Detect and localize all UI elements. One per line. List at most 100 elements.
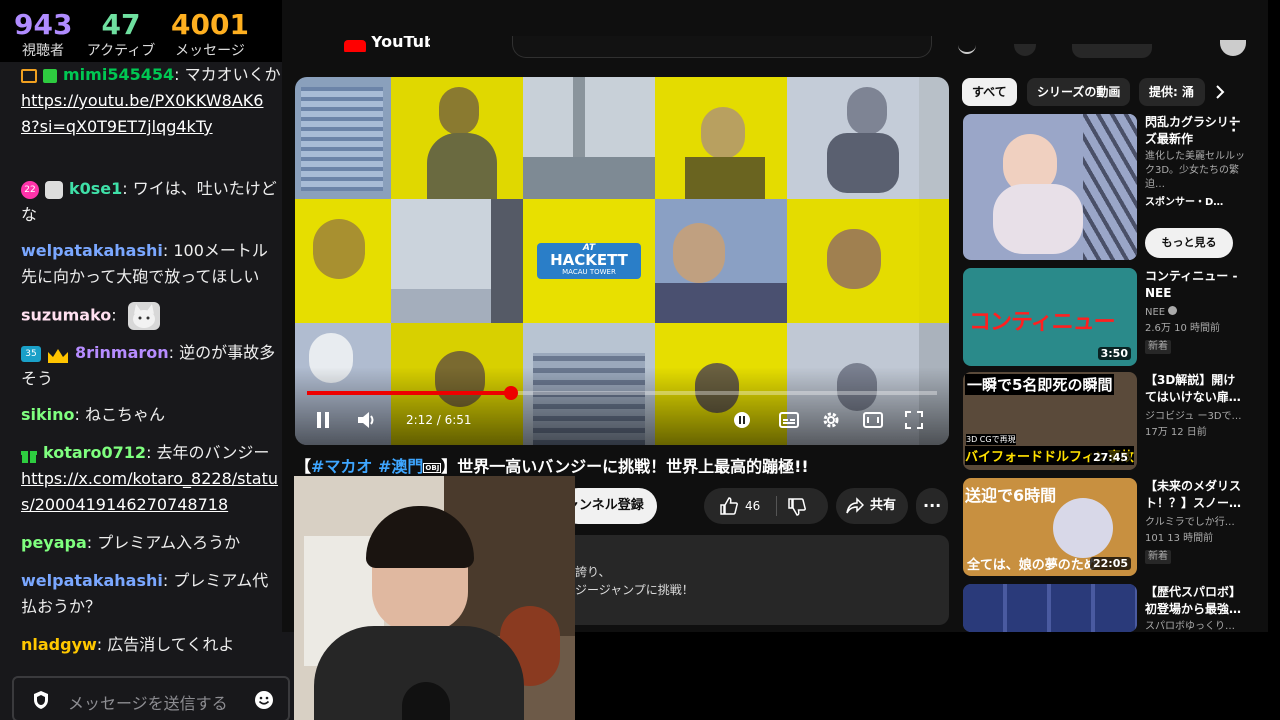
- chat-username[interactable]: mimi545454: [63, 65, 174, 84]
- chevron-right-icon[interactable]: [1214, 84, 1226, 100]
- chat-message: welpatakahashi: 100メートル先に向かって大砲で放ってほしい: [21, 241, 268, 286]
- viewer-label: 視聴者: [22, 43, 64, 59]
- obj-glyph: OBJ: [423, 462, 442, 473]
- chip-provider[interactable]: 提供: 涌: [1139, 78, 1205, 106]
- chat-message: kotaro0712: 去年のバンジー https://x.com/kotaro…: [21, 443, 278, 514]
- dislike-icon[interactable]: [788, 498, 806, 516]
- level-badge-icon: 22: [21, 180, 39, 199]
- thumbnail-label: 3D CGで再現: [966, 434, 1016, 445]
- youtube-logo-text: YouTube: [371, 36, 430, 51]
- avatar[interactable]: [1220, 40, 1246, 56]
- level-badge-icon: 35: [21, 345, 41, 362]
- video-frame-tile: [787, 199, 919, 323]
- video-meta: 2.6万 10 時間前: [1145, 323, 1220, 334]
- shield-icon[interactable]: [32, 690, 50, 710]
- recommended-title[interactable]: 【歴代スパロボ】初登場から最強…: [1145, 584, 1245, 618]
- message-label: メッセージ: [175, 43, 245, 59]
- chip-all[interactable]: すべて: [962, 78, 1017, 106]
- recommended-video[interactable]: 送迎で6時間 全ては、娘の夢のため 22:05 【未来のメダリスト！？】スノー……: [963, 478, 1243, 576]
- chat-link[interactable]: https://x.com/kotaro_8228/status/2000419…: [21, 469, 278, 514]
- chat-username[interactable]: suzumako: [21, 306, 111, 325]
- recommended-video[interactable]: コンティニュー 3:50 コンティニュー - NEE NEE 2.6万 10 時…: [963, 268, 1243, 366]
- search-icon[interactable]: [958, 44, 976, 54]
- video-duration: 22:05: [1089, 557, 1131, 570]
- verified-icon: [1168, 306, 1178, 315]
- player-controls-gradient: [295, 367, 949, 445]
- chat-username[interactable]: k0se1: [69, 179, 122, 198]
- recommended-title[interactable]: 閃乱カグラシリーズ最新作: [1145, 114, 1245, 148]
- more-actions-button[interactable]: ···: [916, 488, 948, 524]
- ad-thumbnail[interactable]: [963, 114, 1137, 260]
- like-dislike-group: 46: [704, 488, 828, 524]
- thumbnail-headline: 送迎で6時間: [965, 486, 1057, 505]
- chat-panel: mimi545454: マカオいくか https://youtu.be/PX0K…: [0, 62, 294, 720]
- recommended-video[interactable]: 一瞬で5名即死の瞬間 3D CGで再現 バイフォードドルフィン事故 27:45 …: [963, 372, 1243, 470]
- stream-stats: 943 視聴者 47 アクティブ 4001 メッセージ: [0, 0, 282, 62]
- kebab-menu-icon[interactable]: · · ·: [1231, 112, 1236, 138]
- ad-description: 進化した美麗セルルック3D。少女たちの繁迫…: [1145, 151, 1245, 190]
- share-icon: [846, 497, 864, 514]
- chat-text: プレミアム入ろうか: [97, 533, 241, 552]
- chat-text: マカオいくか: [184, 65, 281, 84]
- video-thumbnail[interactable]: コンティニュー 3:50: [963, 268, 1137, 366]
- channel-name[interactable]: スパロボゆっくり…: [1145, 620, 1245, 632]
- chat-username[interactable]: peyapa: [21, 533, 87, 552]
- share-button[interactable]: 共有: [836, 488, 908, 524]
- cat-emote-icon: [127, 302, 160, 330]
- hashtag-link[interactable]: #マカオ #澳門: [311, 457, 423, 476]
- progress-scrubber[interactable]: [504, 386, 519, 400]
- channel-name[interactable]: NEE: [1145, 306, 1245, 320]
- video-thumbnail[interactable]: [963, 584, 1137, 632]
- video-frame-tile: [295, 77, 391, 199]
- fullscreen-icon[interactable]: [905, 411, 923, 429]
- recommended-video[interactable]: 【歴代スパロボ】初登場から最強… スパロボゆっくり…: [963, 584, 1243, 632]
- chat-username[interactable]: 8rinmaron: [75, 343, 169, 362]
- chat-text: ねこちゃん: [85, 405, 166, 424]
- message-stat: 4001 メッセージ: [170, 8, 250, 60]
- pause-icon[interactable]: [315, 411, 331, 429]
- mic-icon[interactable]: [1014, 44, 1036, 56]
- subtitles-icon[interactable]: [779, 411, 799, 429]
- chat-link[interactable]: https://youtu.be/PX0KKW8AK68?si=qX0T9ET7…: [21, 91, 263, 136]
- recommended-title[interactable]: コンティニュー - NEE: [1145, 268, 1245, 302]
- channel-name[interactable]: クルミラでしか行…: [1145, 516, 1245, 530]
- chat-message: suzumako:: [21, 302, 281, 330]
- new-badge: 新着: [1145, 550, 1171, 564]
- chat-input[interactable]: メッセージを送信する: [12, 676, 290, 720]
- webcam-overlay: [294, 476, 575, 720]
- chat-username[interactable]: nladgyw: [21, 635, 97, 654]
- recommended-title[interactable]: 【未来のメダリスト！？】スノー…: [1145, 478, 1245, 512]
- autoplay-toggle-icon[interactable]: [733, 411, 751, 429]
- channel-name[interactable]: ジコビジュ ー3Dで…: [1145, 410, 1245, 424]
- video-player[interactable]: AT HACKETT MACAU TOWER 2:12 / 6:51: [295, 77, 949, 445]
- sponsored-card[interactable]: 閃乱カグラシリーズ最新作 進化した美麗セルルック3D。少女たちの繁迫… スポンサ…: [963, 112, 1245, 264]
- search-bar[interactable]: [512, 36, 932, 58]
- video-frame-tile: [787, 77, 919, 199]
- like-icon[interactable]: [720, 497, 738, 515]
- learn-more-button[interactable]: もっと見る: [1145, 228, 1233, 258]
- chat-username[interactable]: welpatakahashi: [21, 571, 163, 590]
- video-frame-tile: [295, 199, 391, 323]
- volume-icon[interactable]: [357, 411, 377, 429]
- chip-series[interactable]: シリーズの動画: [1027, 78, 1131, 106]
- active-label: アクティブ: [86, 43, 156, 59]
- theater-mode-icon[interactable]: [863, 411, 883, 429]
- emoji-icon[interactable]: [254, 690, 274, 710]
- chat-message: 35 8rinmaron: 逆のが事故多そう: [21, 343, 276, 388]
- video-thumbnail[interactable]: 一瞬で5名即死の瞬間 3D CGで再現 バイフォードドルフィン事故 27:45: [963, 372, 1137, 470]
- recommended-title[interactable]: 【3D解説】開けてはいけない扉…: [1145, 372, 1245, 406]
- progress-bar[interactable]: [307, 386, 937, 400]
- chat-username[interactable]: kotaro0712: [43, 443, 146, 462]
- chat-message: welpatakahashi: プレミアム代払おうか？: [21, 571, 269, 616]
- chat-username[interactable]: sikino: [21, 405, 75, 424]
- youtube-logo[interactable]: YouTube: [344, 36, 430, 52]
- settings-gear-icon[interactable]: [821, 410, 841, 430]
- chat-text: 広告消してくれよ: [107, 635, 235, 654]
- create-button[interactable]: [1072, 44, 1152, 58]
- video-frame-tile: [523, 77, 655, 199]
- chat-username[interactable]: welpatakahashi: [21, 241, 163, 260]
- video-frame-tile: [655, 77, 787, 199]
- thumbnail-caption: 全ては、娘の夢のため: [967, 558, 1097, 573]
- video-thumbnail[interactable]: 送迎で6時間 全ては、娘の夢のため 22:05: [963, 478, 1137, 576]
- crown-badge-icon: [47, 346, 69, 363]
